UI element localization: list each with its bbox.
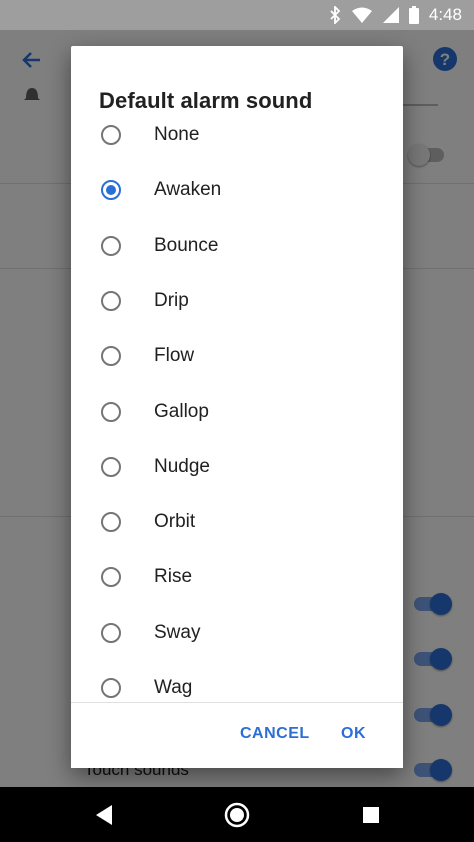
option-rise[interactable]: Rise: [71, 549, 403, 604]
option-label: Gallop: [154, 400, 209, 422]
cancel-button[interactable]: CANCEL: [240, 725, 310, 743]
radio-button[interactable]: [101, 622, 121, 643]
nav-home-icon[interactable]: [223, 801, 251, 834]
alarm-sound-dialog: Default alarm sound None Awaken Bounce D…: [71, 46, 403, 768]
option-label: None: [154, 123, 200, 145]
radio-button-selected[interactable]: [101, 179, 121, 200]
option-drip[interactable]: Drip: [71, 273, 403, 328]
option-gallop[interactable]: Gallop: [71, 384, 403, 439]
status-bar: 4:48: [0, 0, 474, 30]
status-time: 4:48: [428, 5, 462, 24]
option-bounce[interactable]: Bounce: [71, 218, 403, 273]
radio-button[interactable]: [101, 401, 121, 422]
wifi-icon: [351, 7, 373, 23]
nav-recents-icon[interactable]: [362, 806, 380, 829]
bluetooth-icon: [329, 6, 341, 24]
radio-button[interactable]: [101, 124, 121, 145]
option-label: Drip: [154, 289, 189, 311]
ok-button[interactable]: OK: [341, 725, 366, 743]
radio-button[interactable]: [101, 566, 121, 587]
nav-back-icon[interactable]: [94, 804, 114, 831]
radio-button[interactable]: [101, 345, 121, 366]
option-label: Nudge: [154, 455, 210, 477]
option-label: Orbit: [154, 510, 196, 532]
option-sway[interactable]: Sway: [71, 605, 403, 660]
navigation-bar: [0, 787, 474, 842]
option-label: Sway: [154, 621, 201, 643]
option-nudge[interactable]: Nudge: [71, 439, 403, 494]
option-label: Awaken: [154, 178, 222, 200]
sound-options-list[interactable]: Default alarm sound None Awaken Bounce D…: [71, 46, 403, 748]
option-label: Bounce: [154, 234, 219, 256]
radio-button[interactable]: [101, 456, 121, 477]
radio-button[interactable]: [101, 511, 121, 532]
radio-button[interactable]: [101, 677, 121, 698]
option-orbit[interactable]: Orbit: [71, 494, 403, 549]
battery-icon: [408, 6, 419, 24]
signal-icon: [382, 7, 399, 23]
dialog-actions: CANCEL OK: [71, 703, 403, 768]
option-label: Flow: [154, 344, 195, 366]
option-none[interactable]: None: [71, 107, 403, 162]
radio-button[interactable]: [101, 235, 121, 256]
option-flow[interactable]: Flow: [71, 328, 403, 383]
radio-button[interactable]: [101, 290, 121, 311]
option-label: Rise: [154, 565, 193, 587]
option-awaken[interactable]: Awaken: [71, 162, 403, 217]
option-label: Wag: [154, 676, 193, 698]
